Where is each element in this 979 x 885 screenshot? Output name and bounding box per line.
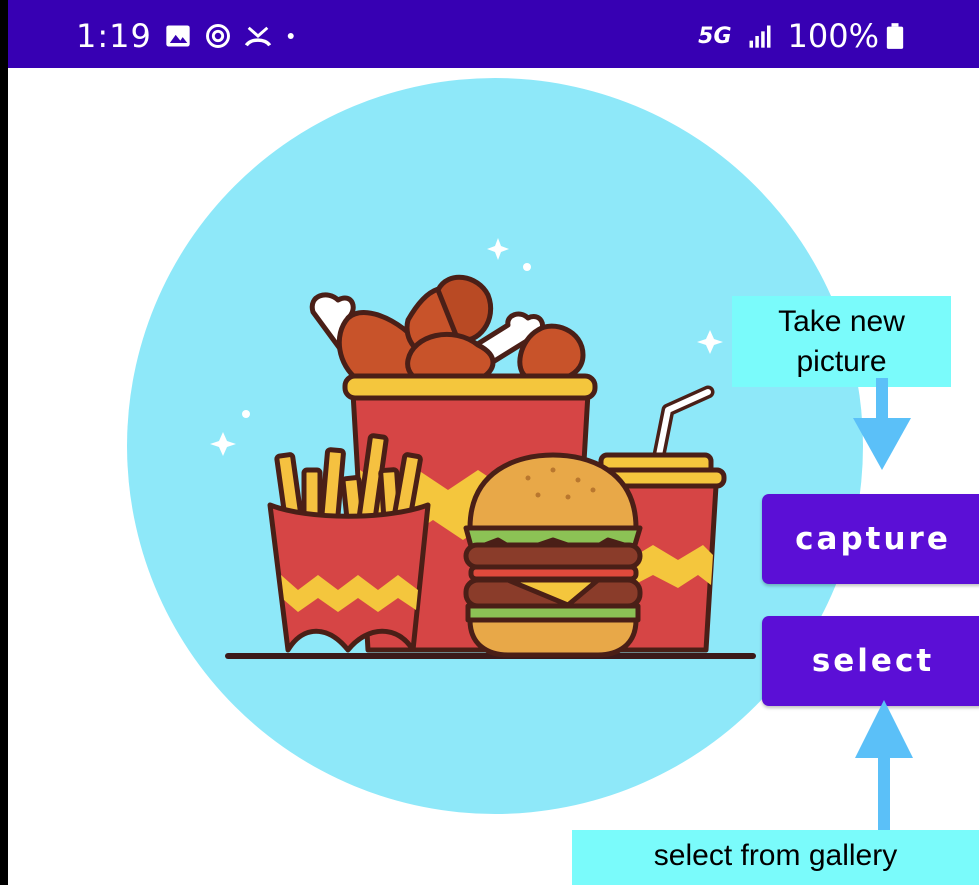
status-time: 1:19 [76,17,152,55]
signal-bars-icon [749,25,771,48]
status-bar-left: 1:19 [76,17,302,55]
select-from-gallery-label: select from gallery [653,839,898,872]
battery-full-icon [886,23,904,49]
arrow-down-icon [853,378,911,470]
network-type: 5G [698,23,732,49]
missed-call-icon [244,26,271,47]
sync-icon [205,24,230,48]
battery-percent: 100% [787,17,879,55]
app-screen: 1:19 5G 100% Take new picture capture se… [8,0,979,885]
select-from-gallery-callout: select from gallery [572,830,979,885]
arrow-up-icon [855,700,913,832]
dot-icon [287,33,294,39]
take-new-picture-label: Take new picture [778,305,905,378]
food-illustration-image [127,78,863,814]
gallery-icon [166,25,190,47]
status-bar-right: 5G 100% [698,17,909,55]
capture-button[interactable]: capture [762,494,979,584]
status-bar: 1:19 5G 100% [8,0,979,68]
select-button[interactable]: select [762,616,979,706]
take-new-picture-callout: Take new picture [732,296,951,387]
